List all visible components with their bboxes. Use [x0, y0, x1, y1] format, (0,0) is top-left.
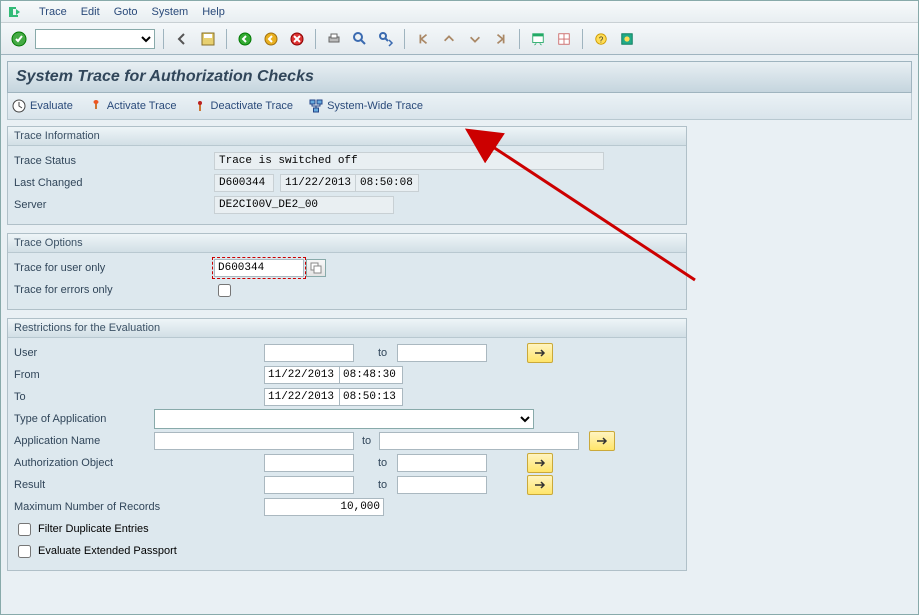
match-off-icon [193, 99, 207, 113]
separator [404, 29, 405, 49]
from-label: From [14, 369, 264, 381]
last-changed-time: 08:50:08 [355, 174, 419, 192]
from-date-input[interactable] [264, 366, 340, 384]
to-label: to [378, 347, 387, 359]
trace-options-group: Trace Options Trace for user only Trace … [7, 233, 687, 310]
to-label: to [362, 435, 371, 447]
find-icon[interactable] [350, 29, 370, 49]
print-icon[interactable] [324, 29, 344, 49]
appname-to-input[interactable] [379, 432, 579, 450]
multi-select-button[interactable] [527, 475, 553, 495]
layout-icon[interactable] [554, 29, 574, 49]
user-from-input[interactable] [264, 344, 354, 362]
menu-edit[interactable]: Edit [81, 6, 100, 18]
authobj-to-input[interactable] [397, 454, 487, 472]
menu-trace[interactable]: Trace [39, 6, 67, 18]
menu-goto[interactable]: Goto [114, 6, 138, 18]
nav-exit-icon[interactable] [261, 29, 281, 49]
group-title: Trace Information [8, 127, 686, 146]
multi-select-button[interactable] [589, 431, 615, 451]
trace-user-label: Trace for user only [14, 262, 214, 274]
customize-icon[interactable] [617, 29, 637, 49]
network-icon [309, 99, 323, 113]
ext-passport-checkbox[interactable] [18, 545, 31, 558]
nav-back-icon[interactable] [235, 29, 255, 49]
from-time-input[interactable] [339, 366, 403, 384]
user-label: User [14, 347, 264, 359]
nav-cancel-icon[interactable] [287, 29, 307, 49]
page-down-icon[interactable] [465, 29, 485, 49]
clock-icon [12, 99, 26, 113]
group-title: Restrictions for the Evaluation [8, 319, 686, 338]
separator [519, 29, 520, 49]
appname-label: Application Name [14, 435, 154, 447]
maxrec-input[interactable] [264, 498, 384, 516]
standard-toolbar: ? [1, 23, 918, 55]
apptype-select[interactable] [154, 409, 534, 429]
to-row-label: To [14, 391, 264, 403]
restrictions-group: Restrictions for the Evaluation User to … [7, 318, 687, 571]
page-up-icon[interactable] [439, 29, 459, 49]
separator [315, 29, 316, 49]
maxrec-label: Maximum Number of Records [14, 501, 264, 513]
last-changed-label: Last Changed [14, 177, 214, 189]
multi-select-button[interactable] [527, 453, 553, 473]
multi-select-button[interactable] [527, 343, 553, 363]
application-toolbar: Evaluate Activate Trace Deactivate Trace… [7, 93, 912, 120]
trace-status-label: Trace Status [14, 155, 214, 167]
command-field[interactable] [35, 29, 155, 49]
trace-user-input[interactable] [214, 259, 304, 277]
result-from-input[interactable] [264, 476, 354, 494]
menu-bar: Trace Edit Goto System Help [1, 1, 918, 23]
page-last-icon[interactable] [491, 29, 511, 49]
to-label: to [378, 457, 387, 469]
separator [226, 29, 227, 49]
page-first-icon[interactable] [413, 29, 433, 49]
appname-from-input[interactable] [154, 432, 354, 450]
to-time-input[interactable] [339, 388, 403, 406]
deactivate-trace-button[interactable]: Deactivate Trace [193, 99, 294, 113]
separator [163, 29, 164, 49]
svg-text:?: ? [599, 35, 604, 44]
evaluate-button[interactable]: Evaluate [12, 99, 73, 113]
match-on-icon [89, 99, 103, 113]
ext-passport-label: Evaluate Extended Passport [38, 545, 177, 557]
server-label: Server [14, 199, 214, 211]
last-changed-date: 11/22/2013 [280, 174, 356, 192]
user-to-input[interactable] [397, 344, 487, 362]
new-session-icon[interactable] [528, 29, 548, 49]
help-icon[interactable]: ? [591, 29, 611, 49]
activate-trace-button[interactable]: Activate Trace [89, 99, 177, 113]
server-value: DE2CI00V_DE2_00 [214, 196, 394, 214]
trace-status-value: Trace is switched off [214, 152, 604, 170]
trace-information-group: Trace Information Trace Status Trace is … [7, 126, 687, 225]
app-menu-icon[interactable] [7, 5, 21, 19]
menu-system[interactable]: System [152, 6, 189, 18]
group-title: Trace Options [8, 234, 686, 253]
f4-help-button[interactable] [306, 259, 326, 277]
result-label: Result [14, 479, 264, 491]
system-wide-trace-button[interactable]: System-Wide Trace [309, 99, 423, 113]
separator [582, 29, 583, 49]
to-date-input[interactable] [264, 388, 340, 406]
ok-icon[interactable] [9, 29, 29, 49]
authobj-label: Authorization Object [14, 457, 264, 469]
save-icon[interactable] [198, 29, 218, 49]
last-changed-user: D600344 [214, 174, 274, 192]
authobj-from-input[interactable] [264, 454, 354, 472]
page-title: System Trace for Authorization Checks [7, 61, 912, 93]
trace-errors-checkbox[interactable] [218, 284, 231, 297]
apptype-label: Type of Application [14, 413, 154, 425]
trace-errors-label: Trace for errors only [14, 284, 214, 296]
find-next-icon[interactable] [376, 29, 396, 49]
menu-help[interactable]: Help [202, 6, 225, 18]
content-area: System Trace for Authorization Checks Ev… [1, 55, 918, 614]
result-to-input[interactable] [397, 476, 487, 494]
filter-dup-checkbox[interactable] [18, 523, 31, 536]
filter-dup-label: Filter Duplicate Entries [38, 523, 149, 535]
back-icon[interactable] [172, 29, 192, 49]
to-label: to [378, 479, 387, 491]
